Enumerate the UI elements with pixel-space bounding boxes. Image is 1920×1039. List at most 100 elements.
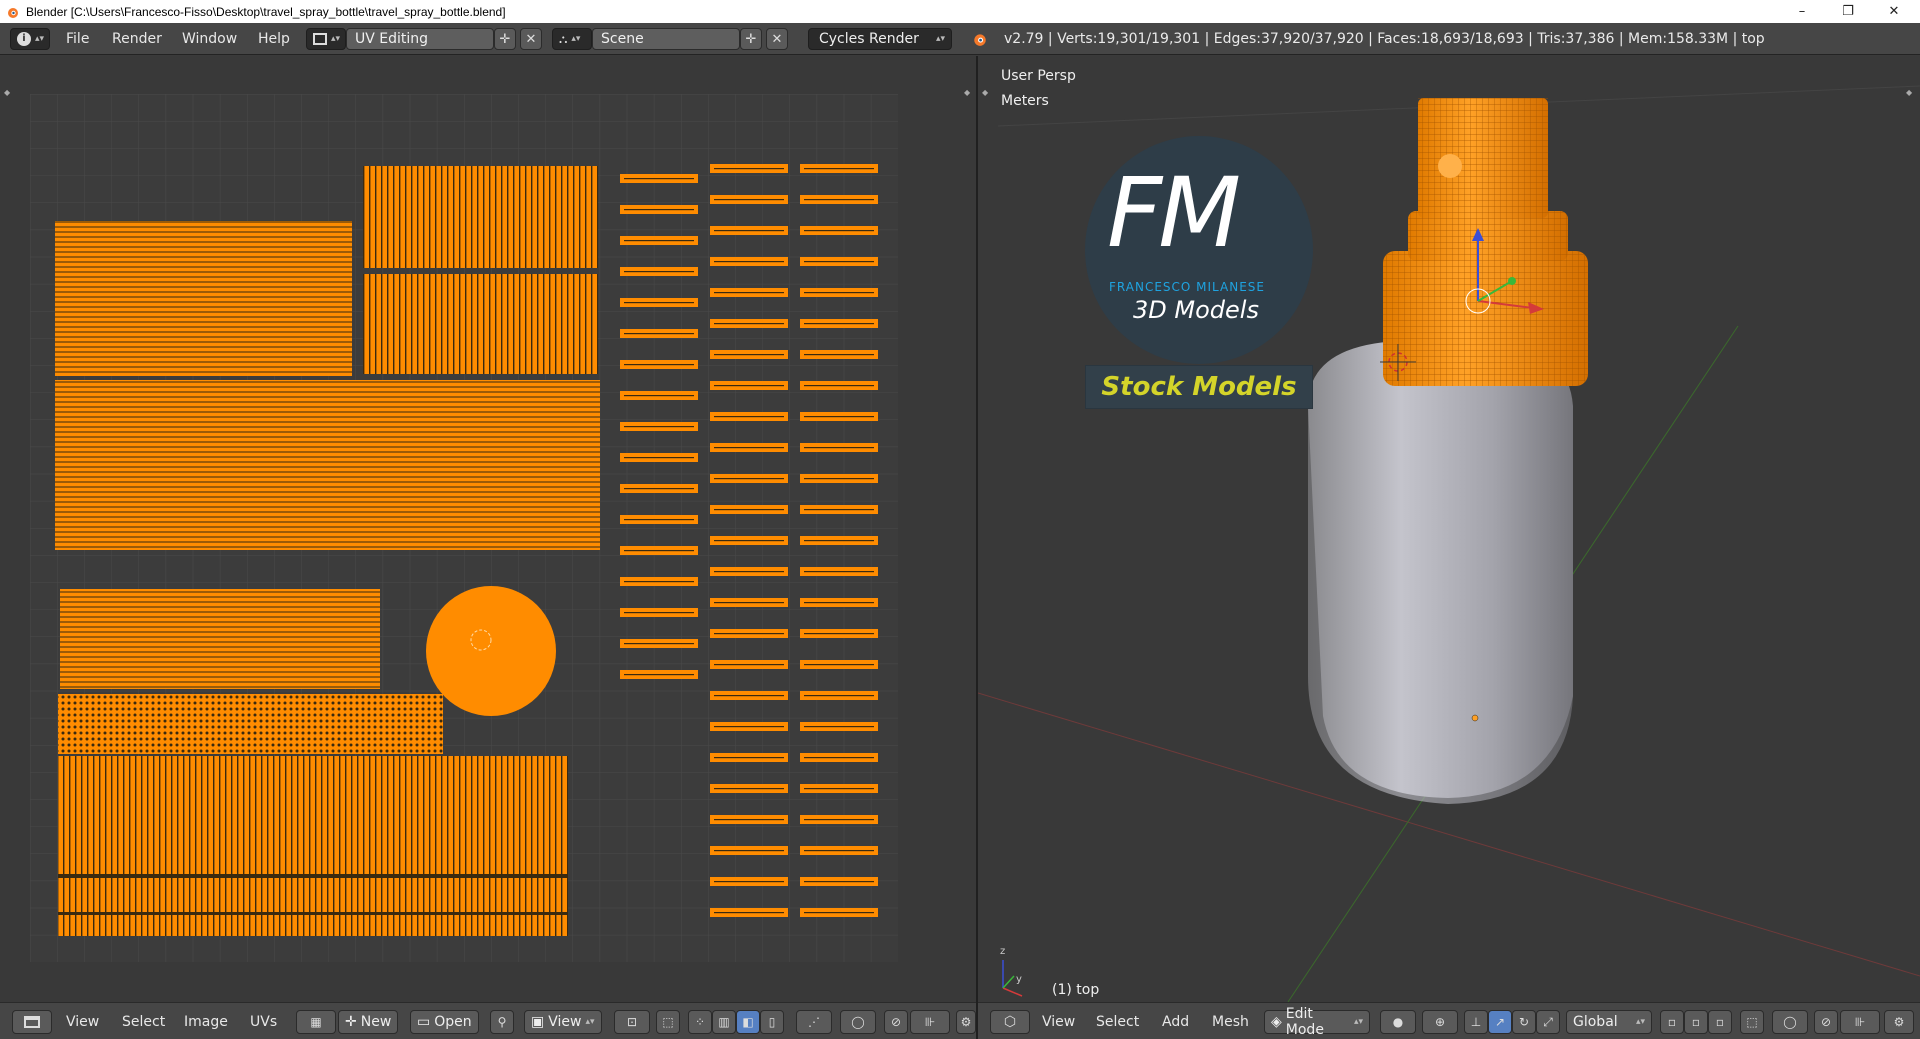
snap-icon[interactable]: ⊘ — [884, 1010, 908, 1034]
region-toggle-arrow-icon[interactable]: ◆ — [4, 88, 10, 97]
viewport-shading-icon[interactable]: ● — [1380, 1010, 1416, 1034]
uv-strip-edge — [714, 168, 784, 170]
delete-scene-icon[interactable]: ✕ — [766, 28, 788, 50]
bottle-body-lower[interactable] — [1308, 406, 1573, 804]
layer-1-icon[interactable]: ▫ — [1660, 1010, 1684, 1034]
vertex-select-icon[interactable]: ⁘ — [688, 1010, 712, 1034]
view-mode-label: View — [548, 1014, 582, 1030]
snap-element-icon[interactable]: ⊪ — [1840, 1010, 1880, 1034]
3d-viewport-header: ⬡ View Select Add Mesh ◈ Edit Mode ▴▾ ● … — [978, 1002, 1920, 1039]
region-toggle-arrow-icon[interactable]: ◆ — [964, 88, 970, 97]
close-button[interactable]: ✕ — [1872, 0, 1916, 23]
restore-button[interactable]: ❐ — [1826, 0, 1870, 23]
blender-logo-icon — [8, 7, 18, 18]
menu-mesh[interactable]: Mesh — [1212, 1010, 1249, 1034]
scene-name-field[interactable]: Scene — [592, 28, 740, 50]
proportional-edit-icon[interactable]: ◯ — [1772, 1010, 1808, 1034]
menu-file[interactable]: File — [60, 31, 95, 47]
chevron-updown-icon: ▴▾ — [571, 34, 581, 44]
uv-strip-edge — [624, 488, 694, 490]
uv-strip-edge — [804, 261, 874, 263]
snap-element-icon[interactable]: ⊪ — [910, 1010, 950, 1034]
menu-select[interactable]: Select — [1096, 1010, 1139, 1034]
minimize-button[interactable]: – — [1780, 0, 1824, 23]
interaction-mode-dropdown[interactable]: ◈ Edit Mode ▴▾ — [1264, 1006, 1370, 1038]
menu-select[interactable]: Select — [122, 1010, 165, 1034]
editor-type-selector[interactable]: i ▴▾ — [10, 28, 50, 50]
uv-grid-canvas[interactable] — [30, 94, 898, 962]
uv-strip-edge — [714, 881, 784, 883]
uv-strip-edge — [624, 302, 694, 304]
menu-uvs[interactable]: UVs — [250, 1010, 277, 1034]
uv-strip-edge — [804, 881, 874, 883]
island-select-icon[interactable]: ▯ — [760, 1010, 784, 1034]
add-scene-icon[interactable]: ✛ — [740, 28, 762, 50]
uv-image-editor[interactable]: ◆ ◆ — [0, 56, 976, 1002]
chevron-updown-icon: ▴▾ — [585, 1017, 595, 1027]
transform-orientation-dropdown[interactable]: Global ▴▾ — [1566, 1010, 1652, 1034]
menu-window[interactable]: Window — [176, 31, 243, 47]
pin-icon[interactable]: ⚲ — [490, 1010, 514, 1034]
uv-strip-edge — [624, 674, 694, 676]
menu-render[interactable]: Render — [106, 31, 168, 47]
uv-strip-edge — [624, 643, 694, 645]
editor-type-selector[interactable]: ⬡ — [990, 1010, 1030, 1034]
menu-add[interactable]: Add — [1162, 1010, 1189, 1034]
new-image-button[interactable]: ✛ New — [338, 1010, 399, 1034]
delete-screen-icon[interactable]: ✕ — [520, 28, 542, 50]
uv-strip-edge — [804, 385, 874, 387]
render-preview-icon[interactable]: ⚙ — [1884, 1010, 1914, 1034]
uv-strip-edge — [714, 664, 784, 666]
edge-select-icon[interactable]: ▥ — [712, 1010, 736, 1034]
menu-help[interactable]: Help — [252, 31, 296, 47]
interaction-mode-label: Edit Mode — [1285, 1006, 1324, 1038]
uv-island — [363, 166, 598, 268]
uv-island — [60, 589, 380, 689]
occlude-geometry-icon[interactable]: ⬚ — [1740, 1010, 1764, 1034]
sticky-mode-icon[interactable]: ⋰ — [796, 1010, 832, 1034]
scale-manipulator-icon[interactable]: ⤢ — [1536, 1010, 1560, 1034]
uv-island — [363, 274, 598, 374]
uv-strip-edge — [714, 819, 784, 821]
region-toggle-arrow-icon[interactable]: ◆ — [982, 88, 988, 97]
snap-icon[interactable]: ⊘ — [1814, 1010, 1838, 1034]
render-engine-dropdown[interactable]: Cycles Render ▴▾ — [808, 28, 952, 50]
screen-layout-name-field[interactable]: UV Editing — [346, 28, 494, 50]
units-label: Meters — [1001, 93, 1049, 109]
uv-strip-edge — [804, 726, 874, 728]
editor-type-selector[interactable] — [12, 1010, 52, 1034]
add-screen-icon[interactable]: ✛ — [494, 28, 516, 50]
uv-strip-edge — [714, 571, 784, 573]
menu-view[interactable]: View — [1042, 1010, 1075, 1034]
uv-strip-edge — [714, 199, 784, 201]
uv-strip-edge — [624, 271, 694, 273]
scopes-icon[interactable]: ⚙ — [956, 1010, 976, 1034]
gizmo-y-handle[interactable] — [1508, 277, 1516, 285]
open-image-button[interactable]: ▭ Open — [410, 1010, 479, 1034]
layer-3-icon[interactable]: ▫ — [1708, 1010, 1732, 1034]
image-browse-icon[interactable]: ▦ — [296, 1010, 336, 1034]
region-toggle-arrow-icon[interactable]: ◆ — [1906, 88, 1912, 97]
uv-strip-edge — [714, 850, 784, 852]
uv-strip-edge — [714, 726, 784, 728]
rotate-manipulator-icon[interactable]: ↻ — [1512, 1010, 1536, 1034]
scene-selector[interactable]: ⛬ ▴▾ — [552, 28, 592, 50]
manipulator-toggle-icon[interactable]: ⊥ — [1464, 1010, 1488, 1034]
pivot-point-icon[interactable]: ⊕ — [1422, 1010, 1458, 1034]
3d-viewport[interactable]: z y User Persp Meters (1) top FM FRANCES… — [978, 56, 1920, 1002]
proportional-edit-icon[interactable]: ◯ — [840, 1010, 876, 1034]
menu-image[interactable]: Image — [184, 1010, 228, 1034]
sync-selection-icon[interactable]: ⬚ — [656, 1010, 680, 1034]
view-mode-dropdown[interactable]: ▣ View ▴▾ — [524, 1010, 602, 1034]
uv-editor-header: View Select Image UVs ▦ ✛ New ▭ Open ⚲ ▣… — [0, 1002, 976, 1039]
menu-view[interactable]: View — [66, 1010, 99, 1034]
layer-2-icon[interactable]: ▫ — [1684, 1010, 1708, 1034]
pivot-icon[interactable]: ⊡ — [614, 1010, 650, 1034]
render-engine-label: Cycles Render — [819, 31, 919, 47]
translate-manipulator-icon[interactable]: ↗ — [1488, 1010, 1512, 1034]
chevron-updown-icon: ▴▾ — [35, 34, 45, 44]
uv-strip-edge — [714, 509, 784, 511]
face-select-icon[interactable]: ◧ — [736, 1010, 760, 1034]
view-name-label: User Persp — [1001, 68, 1076, 84]
screen-layout-selector[interactable]: ▴▾ — [306, 28, 346, 50]
